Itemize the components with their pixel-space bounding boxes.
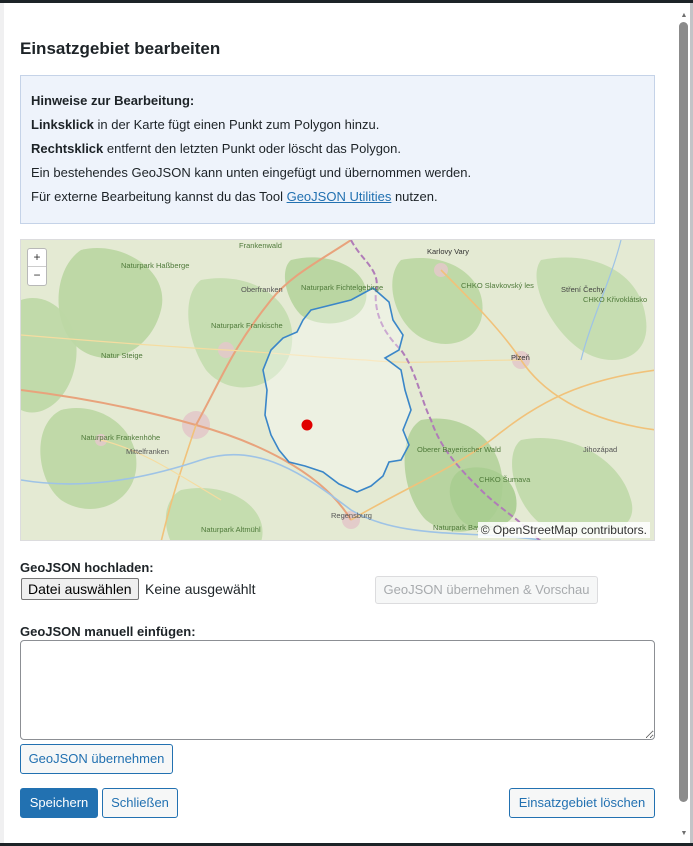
map-zoom-control: + − — [27, 248, 47, 286]
map-label: Natur Steige — [101, 351, 143, 360]
map-label: Karlovy Vary — [427, 247, 469, 256]
apply-geojson-button[interactable]: GeoJSON übernehmen — [20, 744, 173, 774]
upload-label: GeoJSON hochladen: — [20, 560, 154, 575]
map-label: Naturpark Frankenhöhe — [81, 433, 160, 442]
zoom-out-button[interactable]: − — [28, 267, 46, 285]
delete-area-button[interactable]: Einsatzgebiet löschen — [509, 788, 655, 818]
map-view[interactable]: Frankenwald Karlovy Vary Naturpark Haßbe… — [20, 239, 655, 541]
notice-line-external: Für externe Bearbeitung kannst du das To… — [31, 189, 438, 204]
dialog-title: Einsatzgebiet bearbeiten — [20, 39, 221, 58]
map-label: Stření Čechy — [561, 285, 605, 294]
map-label: Regensburg — [331, 511, 372, 520]
edit-area-dialog: Einsatzgebiet bearbeiten Hinweise zur Be… — [4, 3, 676, 843]
geojson-utilities-link[interactable]: GeoJSON Utilities — [287, 189, 392, 204]
apply-preview-button[interactable]: GeoJSON übernehmen & Vorschau — [375, 576, 598, 604]
notice-line-geojson: Ein bestehendes GeoJSON kann unten einge… — [31, 165, 472, 180]
manual-label: GeoJSON manuell einfügen: — [20, 624, 196, 639]
scroll-down-arrow-icon[interactable]: ▼ — [680, 830, 688, 838]
close-button[interactable]: Schließen — [102, 788, 178, 818]
save-button[interactable]: Speichern — [20, 788, 98, 818]
editing-hints-notice: Hinweise zur Bearbeitung: Linksklick in … — [20, 75, 655, 224]
notice-line-left-click: Linksklick in der Karte fügt einen Punkt… — [31, 117, 380, 132]
map-label: Oberer Bayerischer Wald — [417, 445, 501, 454]
map-marker[interactable] — [301, 419, 313, 431]
scroll-up-arrow-icon[interactable]: ▲ — [680, 12, 688, 20]
zoom-in-button[interactable]: + — [28, 249, 46, 267]
map-label: Oberfranken — [241, 285, 283, 294]
map-attribution: © OpenStreetMap contributors. — [477, 522, 650, 538]
map-label: Mittelfranken — [126, 447, 169, 456]
map-tiles[interactable]: Frankenwald Karlovy Vary Naturpark Haßbe… — [21, 240, 655, 541]
map-label: Naturpark Altmühl — [201, 525, 261, 534]
choose-file-button[interactable]: Datei auswählen — [21, 578, 139, 600]
notice-heading: Hinweise zur Bearbeitung: — [31, 93, 195, 108]
geojson-textarea[interactable] — [20, 640, 655, 740]
file-status: Keine ausgewählt — [145, 581, 256, 597]
map-label: Plzeň — [511, 353, 530, 362]
map-label: Jihozápad — [583, 445, 617, 454]
map-label: Naturpark Haßberge — [121, 261, 189, 270]
map-label: Naturpark Frankische — [211, 321, 283, 330]
map-label: Naturpark Fichtelgebirge — [301, 283, 383, 292]
map-label: Frankenwald — [239, 241, 282, 250]
notice-line-right-click: Rechtsklick entfernt den letzten Punkt o… — [31, 141, 402, 156]
map-label: CHKO Slavkovský les — [461, 281, 534, 290]
map-label: CHKO Křivoklátsko — [583, 295, 647, 304]
map-label: CHKO Šumava — [479, 475, 531, 484]
scrollbar-thumb[interactable] — [679, 22, 688, 802]
